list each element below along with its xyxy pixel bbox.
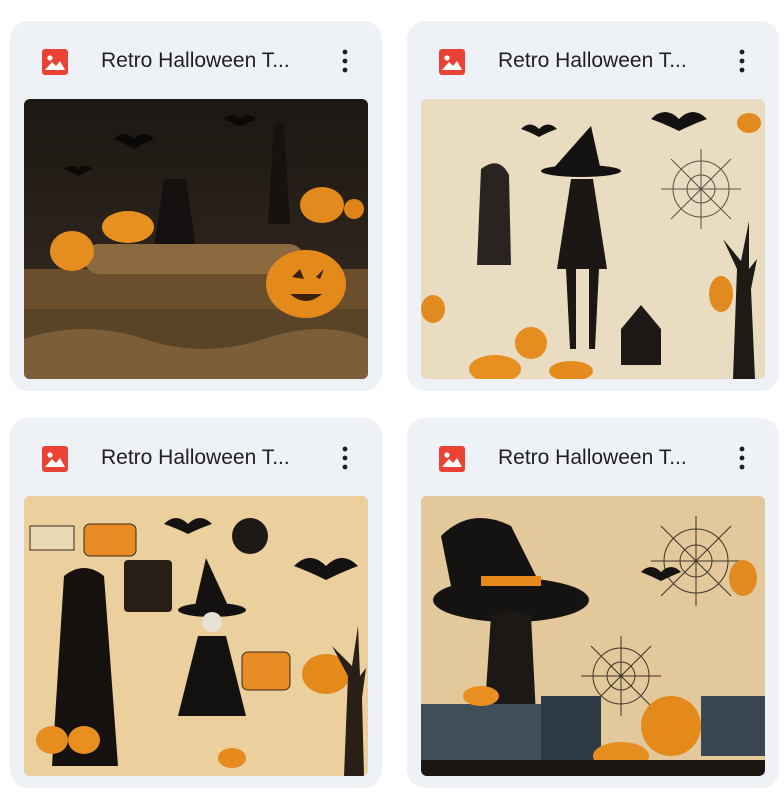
more-vert-icon[interactable] <box>727 440 757 476</box>
image-file-icon <box>42 49 68 75</box>
file-card[interactable]: Retro Halloween T... <box>10 418 382 788</box>
more-vert-icon[interactable] <box>330 440 360 476</box>
file-title[interactable]: Retro Halloween T... <box>498 444 712 472</box>
file-card-header: Retro Halloween T... <box>407 418 779 496</box>
file-card[interactable]: Retro Halloween T... <box>10 21 382 391</box>
more-vert-icon[interactable] <box>330 43 360 79</box>
file-card[interactable]: Retro Halloween T... <box>407 418 779 788</box>
file-title[interactable]: Retro Halloween T... <box>498 47 712 75</box>
file-thumbnail[interactable] <box>421 99 765 379</box>
image-file-icon <box>439 49 465 75</box>
file-card-header: Retro Halloween T... <box>407 21 779 99</box>
file-card-header: Retro Halloween T... <box>10 418 382 496</box>
file-card[interactable]: Retro Halloween T... <box>407 21 779 391</box>
file-card-header: Retro Halloween T... <box>10 21 382 99</box>
more-vert-icon[interactable] <box>727 43 757 79</box>
image-file-icon <box>42 446 68 472</box>
image-file-icon <box>439 446 465 472</box>
file-title[interactable]: Retro Halloween T... <box>101 444 315 472</box>
file-thumbnail[interactable] <box>24 496 368 776</box>
file-thumbnail[interactable] <box>421 496 765 776</box>
file-title[interactable]: Retro Halloween T... <box>101 47 315 75</box>
file-thumbnail[interactable] <box>24 99 368 379</box>
